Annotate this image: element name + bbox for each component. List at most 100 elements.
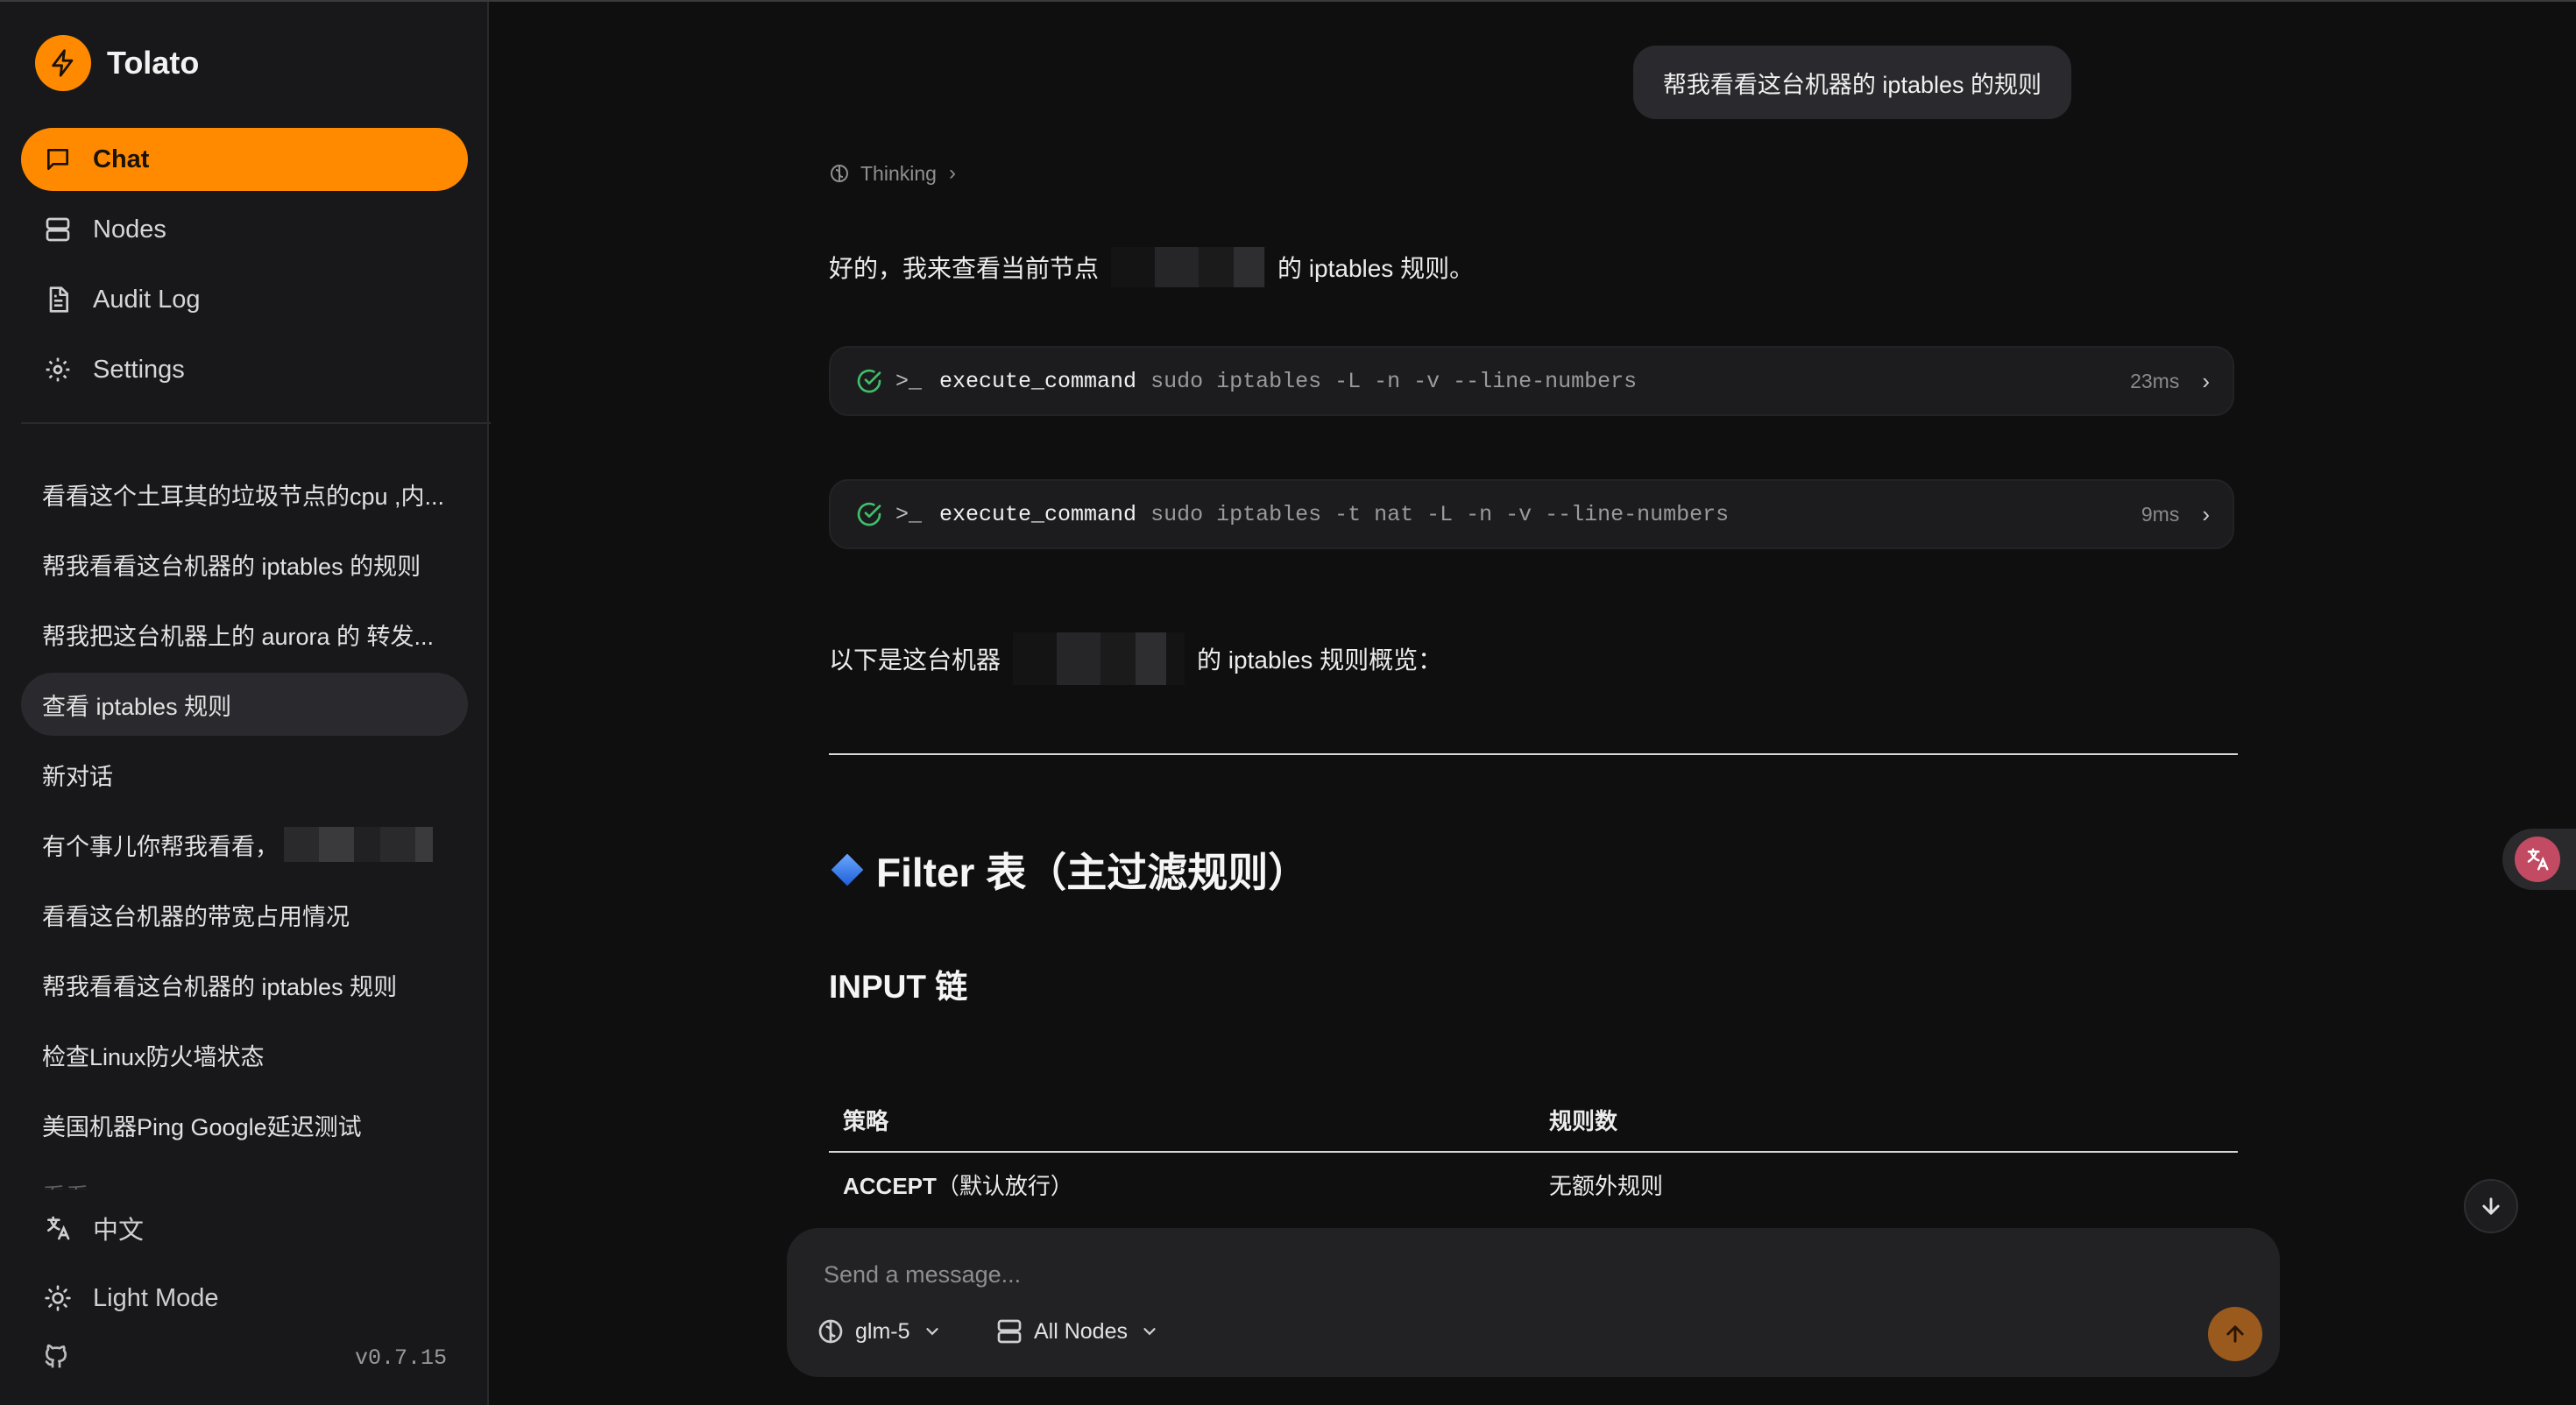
scroll-to-bottom-button[interactable] bbox=[2464, 1179, 2518, 1233]
table-cell-count: 无额外规则 bbox=[1549, 1172, 1664, 1199]
nav-item-nodes[interactable]: Nodes bbox=[21, 198, 468, 261]
nav-item-settings[interactable]: Settings bbox=[21, 338, 468, 401]
translate-icon bbox=[2515, 837, 2560, 882]
duration: 23ms bbox=[2130, 369, 2180, 392]
message-square-icon bbox=[42, 144, 74, 175]
brain-icon bbox=[829, 163, 850, 184]
chevron-down-icon bbox=[923, 1322, 942, 1341]
terminal-prompt-icon: >_ bbox=[895, 501, 923, 527]
history-item-label: 新对话 bbox=[42, 763, 113, 790]
sun-icon bbox=[42, 1282, 74, 1314]
history-item-label: 查看 iptables 规则 bbox=[42, 693, 232, 720]
model-name: glm-5 bbox=[855, 1318, 910, 1344]
section-heading: Filter 表（主过滤规则） bbox=[829, 841, 1308, 899]
table-header-cell: 规则数 bbox=[1549, 1107, 1618, 1134]
brain-icon bbox=[817, 1317, 845, 1345]
arrow-up-icon bbox=[2226, 1325, 2244, 1343]
history-item[interactable]: 有个事儿你帮我看看， bbox=[21, 813, 468, 876]
message-composer: Send a message... glm-5 All Nodes bbox=[787, 1228, 2280, 1377]
overview-text: 以下是这台机器 的 iptables 规则概览： bbox=[829, 632, 1442, 685]
history-item[interactable]: 看看这台机器的带宽占用情况 bbox=[21, 883, 468, 946]
server-icon bbox=[995, 1317, 1023, 1345]
duration: 9ms bbox=[2141, 502, 2180, 526]
app-version: v0.7.15 bbox=[354, 1345, 447, 1371]
brand[interactable]: Tolato bbox=[35, 35, 199, 91]
arrow-down-icon bbox=[2482, 1197, 2500, 1215]
nav-item-label: Settings bbox=[93, 355, 185, 384]
sidebar-divider bbox=[21, 422, 491, 424]
command-args: sudo iptables -t nat -L -n -v --line-num… bbox=[1150, 501, 1730, 527]
send-button[interactable] bbox=[2208, 1307, 2262, 1361]
table-header-row: 策略 规则数 bbox=[829, 1088, 2238, 1153]
language-toggle[interactable]: 中文 bbox=[21, 1193, 468, 1263]
tool-call-card[interactable]: >_ execute_command sudo iptables -t nat … bbox=[829, 479, 2234, 549]
nav-item-chat[interactable]: Chat bbox=[21, 128, 468, 191]
history-item-label: 看看这台机器的带宽占用情况 bbox=[42, 903, 350, 930]
history-item-label: 检查Linux防火墙状态 bbox=[42, 1043, 265, 1070]
blue-diamond-icon bbox=[831, 853, 864, 886]
check-circle-icon bbox=[855, 367, 883, 395]
translate-icon bbox=[42, 1212, 74, 1244]
history-item[interactable]: 美国机器Ping Google延迟测试 bbox=[21, 1093, 468, 1156]
theme-label: Light Mode bbox=[93, 1283, 219, 1312]
history-item-label: 看看 ... bbox=[42, 1178, 116, 1190]
chevron-down-icon bbox=[1140, 1322, 1159, 1341]
terminal-prompt-icon: >_ bbox=[895, 368, 923, 394]
language-label: 中文 bbox=[93, 1217, 145, 1245]
user-message-text: 帮我看看这台机器的 iptables 的规则 bbox=[1662, 71, 2042, 98]
intro-prefix: 好的，我来查看当前节点 bbox=[829, 255, 1100, 282]
sidebar-footer: v0.7.15 bbox=[42, 1342, 447, 1374]
tool-name: execute_command bbox=[939, 368, 1137, 394]
sidebar-bottom: 中文 Light Mode bbox=[21, 1193, 468, 1333]
subsection-heading: INPUT 链 bbox=[829, 969, 968, 1005]
section-heading-text: Filter 表（主过滤规则） bbox=[876, 850, 1309, 895]
chevron-right-icon: › bbox=[2202, 367, 2210, 394]
main-nav: Chat Nodes Audit Log Settings bbox=[21, 128, 468, 408]
nodes-selector[interactable]: All Nodes bbox=[995, 1317, 1159, 1345]
history-item-label: 看看这个土耳其的垃圾节点的cpu ,内... bbox=[42, 483, 445, 510]
nav-item-audit-log[interactable]: Audit Log bbox=[21, 268, 468, 331]
file-text-icon bbox=[42, 284, 74, 315]
history-item[interactable]: 帮我看看这台机器的 iptables 的规则 bbox=[21, 533, 468, 596]
history-item[interactable]: 帮我把这台机器上的 aurora 的 转发... bbox=[21, 603, 468, 666]
assistant-intro-text: 好的，我来查看当前节点 的 iptables 规则。 bbox=[829, 247, 1474, 287]
history-item-label: 帮我把这台机器上的 aurora 的 转发... bbox=[42, 623, 435, 650]
horizontal-rule bbox=[829, 753, 2238, 755]
message-input[interactable]: Send a message... bbox=[824, 1261, 1021, 1289]
history-item[interactable]: 检查Linux防火墙状态 bbox=[21, 1023, 468, 1086]
nodes-label: All Nodes bbox=[1034, 1318, 1128, 1344]
translate-extension-button[interactable] bbox=[2502, 829, 2576, 890]
history-item[interactable]: 看看 ... bbox=[21, 1163, 468, 1190]
table-row: ACCEPT（默认放行） 无额外规则 bbox=[829, 1153, 2238, 1216]
chat-history-list: 看看这个土耳其的垃圾节点的cpu ,内... 帮我看看这台机器的 iptable… bbox=[21, 462, 468, 1190]
redacted-text bbox=[284, 827, 433, 862]
overview-suffix: 的 iptables 规则概览： bbox=[1197, 646, 1443, 674]
sidebar: Tolato Chat Nodes Audit Log Settings 看看这… bbox=[0, 2, 491, 1405]
user-message-bubble: 帮我看看这台机器的 iptables 的规则 bbox=[1632, 46, 2071, 119]
thinking-toggle[interactable]: Thinking › bbox=[829, 161, 956, 186]
history-item-label: 帮我看看这台机器的 iptables 规则 bbox=[42, 973, 398, 1000]
app-name: Tolato bbox=[107, 45, 200, 81]
chevron-right-icon: › bbox=[2202, 500, 2210, 527]
history-item-active[interactable]: 查看 iptables 规则 bbox=[21, 673, 468, 736]
tool-call-card[interactable]: >_ execute_command sudo iptables -L -n -… bbox=[829, 346, 2234, 416]
server-icon bbox=[42, 214, 74, 245]
github-icon[interactable] bbox=[42, 1342, 70, 1374]
lightning-logo-icon bbox=[35, 35, 91, 91]
nav-item-label: Audit Log bbox=[93, 285, 201, 314]
history-item[interactable]: 看看这个土耳其的垃圾节点的cpu ,内... bbox=[21, 462, 468, 526]
history-item-label: 帮我看看这台机器的 iptables 的规则 bbox=[42, 553, 421, 580]
theme-toggle[interactable]: Light Mode bbox=[21, 1263, 468, 1333]
overview-prefix: 以下是这台机器 bbox=[829, 646, 1001, 674]
command-args: sudo iptables -L -n -v --line-numbers bbox=[1150, 368, 1638, 394]
history-item[interactable]: 帮我看看这台机器的 iptables 规则 bbox=[21, 953, 468, 1016]
rules-table: 策略 规则数 ACCEPT（默认放行） 无额外规则 bbox=[829, 1088, 2238, 1216]
history-item[interactable]: 新对话 bbox=[21, 743, 468, 806]
redacted-node-name bbox=[1111, 247, 1266, 287]
history-item-label: 有个事儿你帮我看看， bbox=[42, 833, 279, 860]
thinking-label: Thinking bbox=[860, 161, 937, 185]
model-selector[interactable]: glm-5 bbox=[817, 1317, 942, 1345]
table-header-cell: 策略 bbox=[843, 1107, 889, 1134]
chat-main: 帮我看看这台机器的 iptables 的规则 Thinking › 好的，我来查… bbox=[489, 2, 2576, 1405]
check-circle-icon bbox=[855, 500, 883, 528]
